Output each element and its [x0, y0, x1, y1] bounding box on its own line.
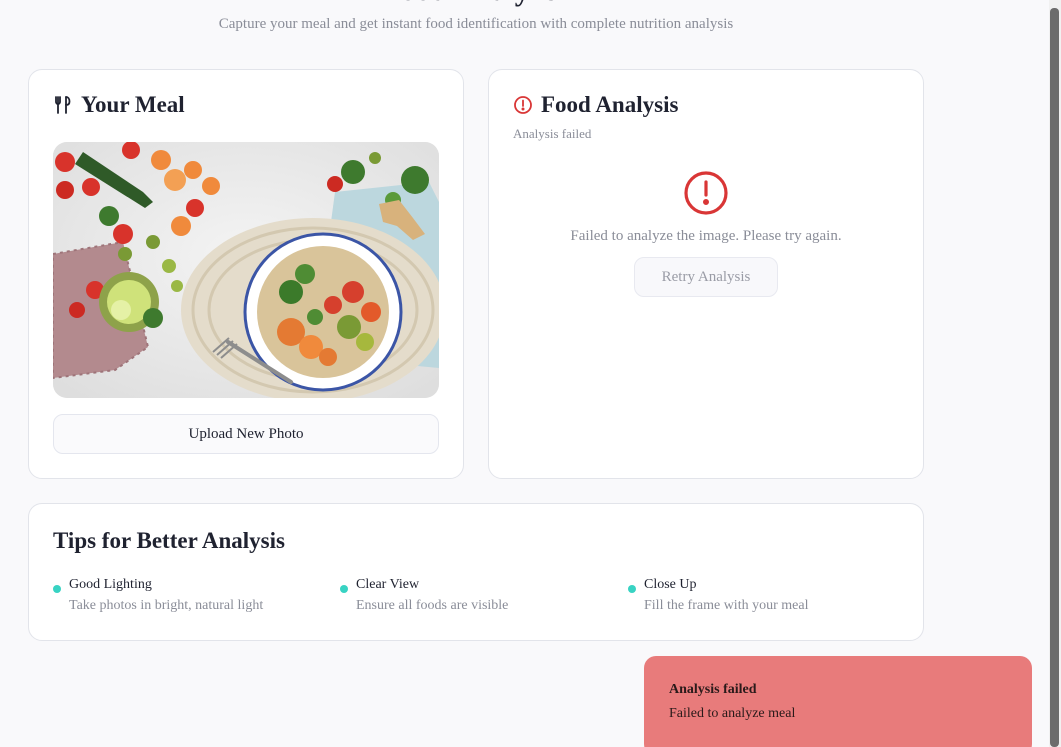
analysis-card-header: Food Analysis — [513, 92, 678, 118]
tips-title: Tips for Better Analysis — [53, 528, 285, 553]
meal-card-header: Your Meal — [53, 92, 185, 118]
analysis-status: Analysis failed — [513, 126, 592, 141]
upload-new-photo-button[interactable]: Upload New Photo — [53, 414, 439, 454]
utensils-icon — [53, 95, 73, 115]
tip-description: Fill the frame with your meal — [644, 598, 809, 613]
page-title: Food Analyzer — [0, 0, 952, 8]
tip-bullet-icon — [340, 585, 348, 593]
meal-card: Your Meal Upload New Photo — [28, 69, 464, 479]
error-toast[interactable]: Analysis failed Failed to analyze meal — [644, 656, 1032, 747]
meal-photo — [53, 142, 439, 398]
toast-description: Failed to analyze meal — [669, 706, 796, 721]
tip-title: Good Lighting — [69, 577, 152, 592]
page-scrollbar[interactable] — [1049, 0, 1061, 747]
tip-bullet-icon — [53, 585, 61, 593]
scrollbar-thumb[interactable] — [1050, 8, 1059, 747]
meal-card-title: Your Meal — [81, 92, 185, 117]
retry-analysis-button[interactable]: Retry Analysis — [634, 257, 778, 297]
tips-card: Tips for Better Analysis Good Lighting T… — [28, 503, 924, 641]
analysis-card: Food Analysis Analysis failed Failed to … — [488, 69, 924, 479]
alert-circle-icon — [513, 95, 533, 115]
page-subtitle: Capture your meal and get instant food i… — [218, 16, 734, 32]
tip-bullet-icon — [628, 585, 636, 593]
error-alert-icon — [683, 170, 729, 216]
tip-description: Take photos in bright, natural light — [69, 598, 264, 613]
tip-title: Close Up — [644, 577, 697, 592]
tip-description: Ensure all foods are visible — [356, 598, 509, 613]
tip-title: Clear View — [356, 577, 420, 592]
analysis-card-title: Food Analysis — [541, 92, 679, 117]
error-message: Failed to analyze the image. Please try … — [570, 228, 842, 244]
toast-title: Analysis failed — [669, 682, 757, 697]
